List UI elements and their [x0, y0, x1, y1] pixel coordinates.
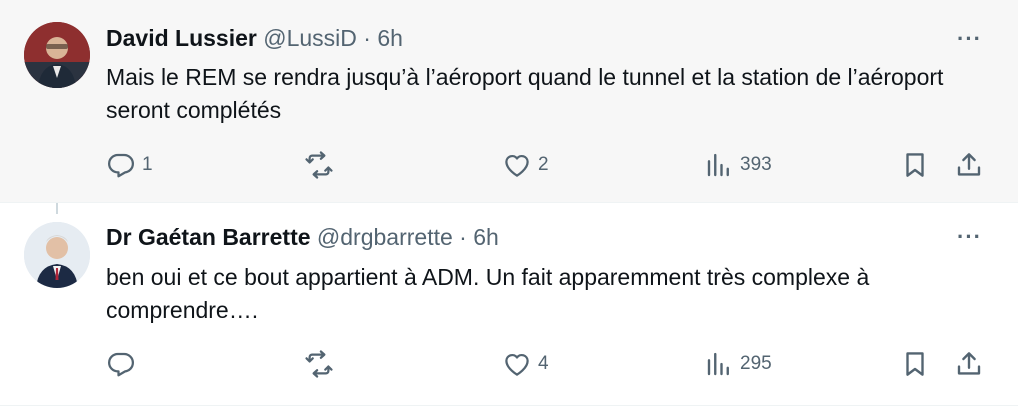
views-button[interactable]: 295: [704, 346, 772, 382]
views-icon: [707, 352, 729, 376]
tweet-actions: 4 295: [0, 346, 1018, 382]
tweet-time[interactable]: 6h: [473, 224, 499, 250]
tweet-actions: 1 2 393: [0, 147, 1018, 183]
retweet-button[interactable]: [304, 346, 340, 382]
separator-dot: ·: [363, 25, 371, 51]
bookmark-icon: [906, 352, 924, 376]
like-button[interactable]: 2: [502, 147, 549, 183]
retweet-icon: [305, 350, 333, 378]
tweet-text: ben oui et ce bout appartient à ADM. Un …: [106, 264, 870, 323]
tweet-divider: [0, 202, 1018, 203]
bookmark-icon: [906, 153, 924, 177]
like-button[interactable]: 4: [502, 346, 549, 382]
more-options-icon[interactable]: ···: [957, 26, 982, 52]
heart-icon: [505, 353, 529, 376]
avatar-photo-icon: [24, 222, 90, 288]
views-button[interactable]: 393: [704, 147, 772, 183]
author-name[interactable]: Dr Gaétan Barrette: [106, 224, 311, 250]
share-button[interactable]: [954, 147, 984, 183]
like-count: 4: [538, 353, 549, 374]
share-button[interactable]: [954, 346, 984, 382]
separator-dot: ·: [459, 224, 467, 250]
avatar[interactable]: [24, 22, 90, 88]
bookmark-button[interactable]: [900, 346, 930, 382]
like-count: 2: [538, 154, 549, 175]
tweet-text: Mais le REM se rendra jusqu’à l’aéroport…: [106, 64, 944, 123]
tweet-header: Dr Gaétan Barrette @drgbarrette · 6h: [106, 223, 499, 251]
tweet-divider: [0, 405, 1018, 406]
author-handle[interactable]: @LussiD: [263, 25, 357, 51]
retweet-button[interactable]: [304, 147, 340, 183]
view-count: 393: [740, 154, 772, 175]
bookmark-button[interactable]: [900, 147, 930, 183]
avatar[interactable]: [24, 222, 90, 288]
reply-count: 1: [142, 154, 153, 175]
reply-button[interactable]: 1: [106, 147, 153, 183]
author-name[interactable]: David Lussier: [106, 25, 257, 51]
more-options-icon[interactable]: ···: [957, 224, 982, 250]
author-handle[interactable]: @drgbarrette: [317, 224, 453, 250]
reply-icon: [108, 153, 134, 178]
reply-button[interactable]: [106, 346, 142, 382]
heart-icon: [505, 154, 529, 177]
retweet-icon: [305, 151, 333, 179]
avatar-photo-icon: [24, 22, 90, 88]
reply-icon: [108, 352, 134, 377]
share-icon: [957, 153, 981, 176]
share-icon: [957, 352, 981, 375]
view-count: 295: [740, 353, 772, 374]
tweet-time[interactable]: 6h: [377, 25, 403, 51]
tweet-header: David Lussier @LussiD · 6h: [106, 24, 403, 52]
views-icon: [707, 153, 729, 177]
